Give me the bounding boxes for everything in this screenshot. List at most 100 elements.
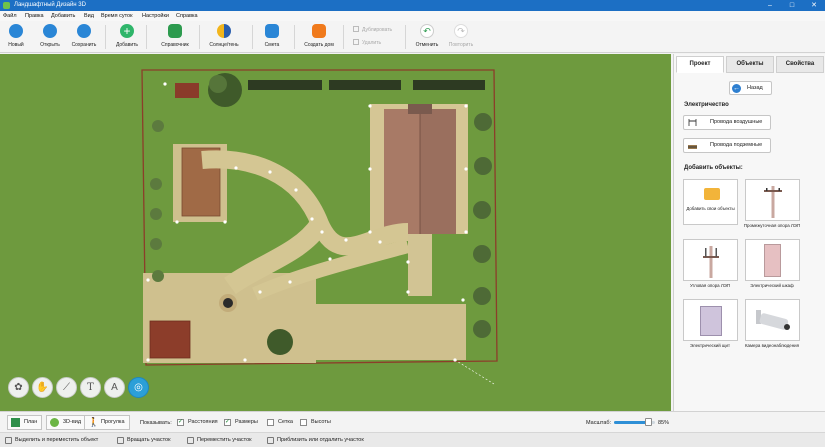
maximize-icon[interactable]: □: [781, 0, 803, 11]
redo-button[interactable]: ↷ Повторить: [446, 22, 476, 52]
site-plan[interactable]: [0, 54, 671, 411]
hedge-3[interactable]: [413, 80, 485, 90]
underground-wires-button[interactable]: Провода подземные: [683, 138, 771, 153]
handle[interactable]: [464, 230, 468, 234]
tree-right-5[interactable]: [473, 287, 491, 305]
label-tool-icon[interactable]: A: [104, 377, 125, 398]
sizes-checkbox[interactable]: ✓ Размеры: [224, 418, 258, 427]
corner-pole-tile[interactable]: [683, 239, 738, 281]
tree-right-2[interactable]: [474, 157, 492, 175]
handle[interactable]: [344, 238, 348, 242]
text-tool-icon[interactable]: T: [80, 377, 101, 398]
menu-add[interactable]: Добавить: [51, 12, 75, 20]
handle[interactable]: [464, 167, 468, 171]
rotate-tool-icon[interactable]: ✿: [8, 377, 29, 398]
intermediate-pole-tile[interactable]: [745, 179, 800, 221]
tab-properties[interactable]: Свойства: [776, 56, 824, 73]
handle[interactable]: [163, 82, 167, 86]
cctv-camera-tile[interactable]: [745, 299, 800, 341]
hand-tool-icon[interactable]: ✋: [32, 377, 53, 398]
plan-canvas[interactable]: ✿ ✋ ⟋ T A ◎: [0, 54, 671, 411]
plan-view-button[interactable]: План: [7, 415, 43, 430]
grid-checkbox[interactable]: Сетка: [267, 418, 293, 427]
shrub-left-1[interactable]: [152, 120, 164, 132]
new-label: Новый: [8, 42, 24, 48]
handle[interactable]: [234, 166, 238, 170]
handle[interactable]: [464, 104, 468, 108]
open-button[interactable]: Открыть: [36, 22, 64, 52]
shrub-left-3[interactable]: [150, 208, 162, 220]
delete-button[interactable]: Удалить: [353, 39, 381, 47]
tree-right-3[interactable]: [473, 201, 491, 219]
menu-view[interactable]: Вид: [84, 12, 94, 20]
bench[interactable]: [175, 83, 199, 98]
fire-pit[interactable]: [223, 298, 233, 308]
area-tool-icon[interactable]: ◎: [128, 377, 149, 398]
handle[interactable]: [461, 298, 465, 302]
tree-bottom[interactable]: [267, 329, 293, 355]
close-icon[interactable]: ✕: [803, 0, 825, 11]
tab-project[interactable]: Проект: [676, 56, 724, 73]
lower-right-paving[interactable]: [316, 297, 466, 360]
hedge-2[interactable]: [329, 80, 401, 90]
sun-shade-button[interactable]: Солнце/тень: [205, 22, 243, 52]
handle[interactable]: [243, 358, 247, 362]
status-hint-select: Выделить и переместить объект: [5, 436, 98, 445]
heights-checkbox[interactable]: Высоты: [300, 418, 331, 427]
new-button[interactable]: Новый: [4, 22, 28, 52]
overhead-wires-button[interactable]: Провода воздушные: [683, 115, 771, 130]
handle[interactable]: [406, 260, 410, 264]
shrub-left-4[interactable]: [150, 238, 162, 250]
tree-right-4[interactable]: [473, 245, 491, 263]
menu-file[interactable]: Файл: [3, 12, 17, 20]
menu-help[interactable]: Справка: [176, 12, 198, 20]
handle[interactable]: [406, 290, 410, 294]
undo-button[interactable]: ↶ Отменить: [413, 22, 441, 52]
handle[interactable]: [268, 170, 272, 174]
shrub-left-2[interactable]: [150, 178, 162, 190]
add-own-objects-tile[interactable]: Добавить свои объекты: [683, 179, 738, 225]
menu-edit[interactable]: Правка: [25, 12, 44, 20]
3d-view-button[interactable]: 3D-вид: [46, 415, 87, 430]
tree-right-6[interactable]: [473, 320, 491, 338]
save-button[interactable]: Сохранить: [68, 22, 100, 52]
menu-settings[interactable]: Настройки: [142, 12, 169, 20]
electric-panel-tile[interactable]: [683, 299, 738, 341]
handle[interactable]: [328, 257, 332, 261]
zoom-slider-handle[interactable]: [644, 418, 652, 426]
handle[interactable]: [378, 240, 382, 244]
handle[interactable]: [368, 230, 372, 234]
walkway[interactable]: [408, 234, 432, 296]
add-button[interactable]: + Добавить: [112, 22, 142, 52]
duplicate-button[interactable]: Дублировать: [353, 26, 392, 34]
handle[interactable]: [258, 290, 262, 294]
reference-button[interactable]: Справочник: [157, 22, 193, 52]
menu-time-of-day[interactable]: Время суток: [101, 12, 133, 20]
handle[interactable]: [294, 188, 298, 192]
build-house-button[interactable]: Создать дом: [301, 22, 337, 52]
distances-checkbox[interactable]: ✓ Расстояния: [177, 418, 218, 427]
electric-cabinet-tile[interactable]: [745, 239, 800, 281]
zoom-slider[interactable]: [614, 418, 655, 426]
handle[interactable]: [368, 104, 372, 108]
walk-view-button[interactable]: 🚶 Прогулка: [84, 415, 130, 430]
estimate-button[interactable]: Смета: [260, 22, 284, 52]
brick-platform[interactable]: [149, 320, 191, 359]
cabinet-icon: [764, 244, 781, 277]
handle[interactable]: [146, 278, 150, 282]
minimize-icon[interactable]: –: [759, 0, 781, 11]
handle[interactable]: [175, 220, 179, 224]
house-icon: [312, 24, 326, 38]
handle[interactable]: [310, 217, 314, 221]
handle[interactable]: [368, 167, 372, 171]
tree-right-1[interactable]: [474, 113, 492, 131]
handle[interactable]: [223, 220, 227, 224]
handle[interactable]: [320, 230, 324, 234]
shrub-left-5[interactable]: [152, 270, 164, 282]
handle[interactable]: [288, 280, 292, 284]
hedge-1[interactable]: [248, 80, 322, 90]
back-button[interactable]: ← Назад: [729, 81, 772, 95]
handle[interactable]: [146, 358, 150, 362]
ruler-tool-icon[interactable]: ⟋: [56, 377, 77, 398]
tab-objects[interactable]: Объекты: [726, 56, 774, 73]
